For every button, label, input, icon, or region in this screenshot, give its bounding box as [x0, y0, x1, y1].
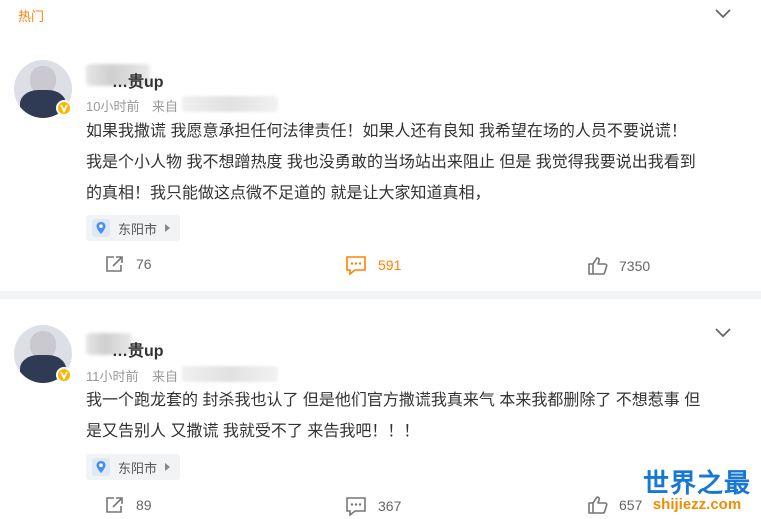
- post-text-line: 是又告别人 又撒谎 我就受不了 来告我吧！！！: [86, 423, 420, 440]
- location-label: 东阳市: [118, 460, 158, 476]
- share-icon: [106, 256, 123, 272]
- post-text-line: 如果我撒谎 我愿意承担任何法律责任！如果人还有良知 我希望在场的人员不要说谎！: [86, 123, 687, 140]
- share-button[interactable]: 89: [104, 495, 152, 515]
- post-text-line: 我是个小人物 我不想蹭热度 我也没勇敢的当场站出来阻止 但是 我觉得我要说出我看…: [86, 154, 696, 171]
- chevron-down-icon[interactable]: [714, 6, 732, 25]
- share-count: 89: [136, 497, 152, 513]
- location-pin-icon: [92, 458, 110, 476]
- comment-icon: [346, 256, 366, 276]
- location-pin-icon: [92, 219, 110, 237]
- post-1: …贵up 10小时前 来自 如果我撒谎 我愿意承担任何法律责任！如果人还有良知 …: [0, 32, 761, 291]
- comment-button[interactable]: 367: [344, 495, 401, 517]
- post-text-line: 我一个跑龙套的 封杀我也认了 但是他们官方撒谎我真来气 本来我都删除了 不想惹事…: [86, 392, 701, 409]
- verified-badge-icon: [56, 100, 72, 116]
- section-label-hot[interactable]: 热门: [18, 6, 44, 25]
- username[interactable]: …贵up: [112, 68, 164, 92]
- like-count: 7350: [619, 258, 651, 274]
- post-text: 如果我撒谎 我愿意承担任何法律责任！如果人还有良知 我希望在场的人员不要说谎！ …: [86, 116, 738, 209]
- post-source-prefix: 来自: [152, 369, 179, 384]
- location-label: 东阳市: [118, 221, 158, 237]
- post-text: 我一个跑龙套的 封杀我也认了 但是他们官方撒谎我真来气 本来我都删除了 不想惹事…: [86, 385, 738, 447]
- like-button[interactable]: 657: [587, 495, 642, 515]
- comment-count: 591: [378, 257, 402, 273]
- post-source-blurred: [182, 366, 278, 382]
- thumbs-up-icon: [588, 496, 608, 514]
- location-tag[interactable]: 东阳市: [86, 454, 181, 480]
- post-source-prefix: 来自: [152, 99, 179, 114]
- post-time[interactable]: 10小时前: [86, 96, 139, 115]
- comment-count: 367: [378, 498, 402, 514]
- share-button[interactable]: 76: [104, 254, 152, 274]
- verified-badge-icon: [56, 367, 72, 383]
- post-time[interactable]: 11小时前: [86, 366, 139, 385]
- chevron-right-icon: [165, 463, 171, 471]
- like-count: 657: [619, 497, 643, 513]
- location-tag[interactable]: 东阳市: [86, 215, 181, 241]
- post-text-line: 的真相！我只能做这点微不足道的 就是让大家知道真相，: [86, 185, 491, 202]
- comment-icon: [346, 497, 366, 517]
- username[interactable]: …贵up: [112, 337, 164, 361]
- share-icon: [106, 497, 123, 513]
- share-count: 76: [136, 256, 152, 272]
- chevron-right-icon: [165, 224, 171, 232]
- site-watermark: 世界之最 shijiezz.com: [643, 463, 751, 513]
- top-bar: 热门: [0, 0, 761, 32]
- like-button[interactable]: 7350: [587, 256, 650, 276]
- chevron-down-icon[interactable]: [714, 325, 732, 344]
- post-source-blurred: [182, 96, 278, 112]
- watermark-sub: shijiezz.com: [652, 496, 742, 513]
- thumbs-up-icon: [588, 257, 608, 275]
- watermark-main: 世界之最: [642, 468, 751, 498]
- post-divider: [0, 291, 761, 299]
- comment-button[interactable]: 591: [344, 254, 401, 276]
